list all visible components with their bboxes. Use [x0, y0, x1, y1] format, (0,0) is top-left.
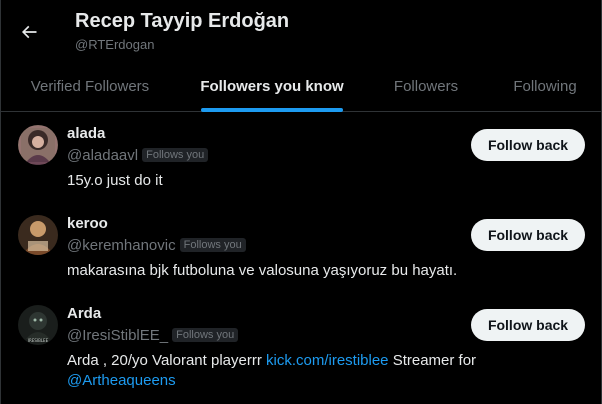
- avatar-image: IRESIBLEE: [18, 305, 58, 345]
- avatar[interactable]: IRESIBLEE: [18, 305, 58, 345]
- user-handle-line: @IresiStiblEE_ Follows you: [67, 327, 239, 344]
- user-handle-line: @keremhanovic Follows you: [67, 237, 246, 254]
- user-cell[interactable]: keroo @keremhanovic Follows you makarasın…: [1, 203, 602, 293]
- avatar[interactable]: [18, 125, 58, 165]
- page-header: Recep Tayyip Erdoğan @RTErdogan: [1, 0, 602, 60]
- tab-followers-you-know[interactable]: Followers you know: [179, 60, 365, 112]
- user-bio: 15y.o just do it: [67, 172, 163, 189]
- profile-handle: @RTErdogan: [75, 37, 155, 52]
- avatar-lettering: IRESIBLEE: [28, 338, 49, 343]
- user-handle-line: @aladaavl Follows you: [67, 147, 209, 164]
- user-handle[interactable]: @keremhanovic: [67, 237, 176, 254]
- follows-you-badge: Follows you: [172, 328, 239, 342]
- tab-label: Following: [513, 77, 577, 95]
- tab-followers[interactable]: Followers: [365, 60, 487, 112]
- tab-following[interactable]: Following: [487, 60, 602, 112]
- tab-label: Followers: [393, 77, 459, 95]
- avatar[interactable]: [18, 215, 58, 255]
- user-cell[interactable]: alada @aladaavl Follows you 15y.o just do…: [1, 113, 602, 203]
- avatar-image: [18, 125, 58, 165]
- profile-title: Recep Tayyip Erdoğan: [75, 10, 290, 32]
- user-handle[interactable]: @IresiStiblEE_: [67, 327, 168, 344]
- follow-back-button[interactable]: Follow back: [471, 129, 585, 161]
- followers-page: Recep Tayyip Erdoğan @RTErdogan Verified…: [0, 0, 602, 404]
- user-name[interactable]: alada: [67, 125, 105, 142]
- active-tab-indicator: [201, 108, 343, 112]
- user-handle[interactable]: @aladaavl: [67, 147, 138, 164]
- follow-back-button[interactable]: Follow back: [471, 309, 585, 341]
- bio-text: Streamer for: [388, 352, 477, 369]
- tab-verified-followers[interactable]: Verified Followers: [1, 60, 179, 112]
- back-button[interactable]: [15, 18, 43, 46]
- bio-link[interactable]: kick.com/irestiblee: [266, 352, 389, 369]
- user-cell[interactable]: IRESIBLEE Arda @IresiStiblEE_ Follows you…: [1, 293, 602, 389]
- user-bio: Arda , 20/yo Valorant playerrr kick.com/…: [67, 351, 507, 391]
- follows-you-badge: Follows you: [179, 238, 246, 252]
- arrow-left-icon: [21, 25, 37, 39]
- follows-you-badge: Follows you: [142, 148, 209, 162]
- tab-label: Verified Followers: [30, 77, 150, 95]
- user-name[interactable]: keroo: [67, 215, 108, 232]
- tab-label: Followers you know: [200, 77, 344, 95]
- tab-bar: Verified Followers Followers you know Fo…: [1, 60, 602, 112]
- bio-mention[interactable]: @Artheaqueens: [67, 372, 176, 389]
- bio-text: Arda , 20/yo Valorant playerrr: [67, 352, 266, 369]
- user-bio: makarasına bjk futboluna ve valosuna yaş…: [67, 262, 458, 279]
- user-name[interactable]: Arda: [67, 305, 101, 322]
- follow-back-button[interactable]: Follow back: [471, 219, 585, 251]
- avatar-image: [18, 215, 58, 255]
